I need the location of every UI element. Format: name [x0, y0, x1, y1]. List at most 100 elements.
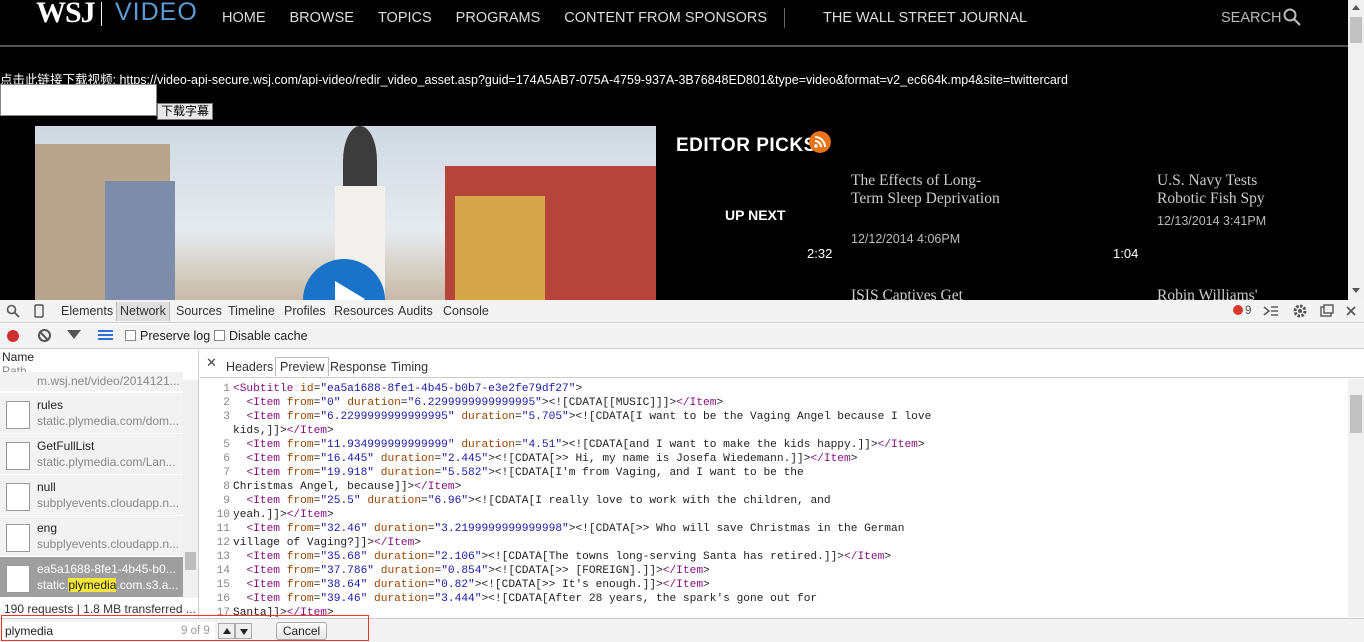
file-icon [6, 524, 30, 552]
preserve-log-label: Preserve log [140, 329, 211, 343]
tab-elements[interactable]: Elements [61, 304, 113, 318]
search-link[interactable]: SEARCH [1221, 10, 1281, 26]
request-name: rules [37, 398, 64, 412]
story-date: 12/13/2014 3:41PM [1157, 214, 1267, 228]
video-duration: 1:04 [1113, 246, 1139, 261]
request-path-part: static. [37, 578, 69, 592]
tab-profiles[interactable]: Profiles [284, 304, 326, 318]
request-row[interactable]: rules static.plymedia.com/dom... [0, 393, 183, 434]
console-drawer-icon[interactable] [1263, 304, 1279, 318]
tab-audits[interactable]: Audits [398, 304, 433, 318]
editor-picks-heading: EDITOR PICKS [676, 135, 817, 156]
story-date: 12/12/2014 4:06PM [851, 232, 961, 246]
scrollbar-thumb[interactable] [1350, 17, 1362, 43]
download-link-text[interactable]: 点击此链接下载视频: https://video-api-secure.wsj.… [0, 69, 1068, 88]
dock-side-icon[interactable] [1320, 304, 1334, 318]
request-row[interactable]: null subplyevents.cloudapp.n... [0, 475, 183, 516]
wsj-logo[interactable]: WSJ [36, 0, 96, 30]
request-row[interactable]: eng subplyevents.cloudapp.n... [0, 516, 183, 557]
tab-response[interactable]: Response [330, 360, 386, 374]
error-icon [1233, 305, 1243, 315]
nav-divider [784, 8, 785, 28]
tab-timeline[interactable]: Timeline [228, 304, 275, 318]
request-path: subplyevents.cloudapp.n... [37, 537, 180, 551]
preview-code-viewer[interactable]: 1 2 3 5 6 7 8 9 10 11 12 13 14 15 16 17 … [200, 379, 1348, 617]
request-path: m.wsj.net/video/2014121... [37, 374, 180, 388]
request-path: static.plymedia.com/dom... [37, 414, 180, 428]
request-row[interactable]: GetFullList static.plymedia.com/Lan... [0, 434, 183, 475]
search-icon[interactable] [1283, 8, 1301, 26]
large-rows-icon[interactable] [98, 330, 113, 341]
filter-icon[interactable] [67, 330, 81, 339]
nav-programs[interactable]: PROGRAMS [456, 10, 541, 26]
clear-icon[interactable] [38, 329, 51, 342]
story-title[interactable]: U.S. Navy Tests Robotic Fish Spy [1157, 172, 1307, 208]
request-path-part: .com.s3.a... [116, 578, 179, 592]
devtools-panel: Elements Network Sources Timeline Profil… [0, 300, 1364, 642]
close-detail-icon[interactable]: ✕ [206, 355, 217, 371]
nav-home[interactable]: HOME [222, 10, 266, 26]
scroll-down-icon[interactable] [1352, 288, 1360, 293]
tab-network[interactable]: Network [116, 302, 170, 321]
video-frame-building [455, 196, 545, 300]
tab-preview[interactable]: Preview [275, 357, 330, 376]
tab-console[interactable]: Console [443, 304, 489, 318]
page-scrollbar[interactable] [1348, 0, 1364, 300]
tab-resources[interactable]: Resources [334, 304, 394, 318]
disable-cache-label: Disable cache [229, 329, 308, 343]
tab-timing[interactable]: Timing [391, 360, 428, 374]
file-icon [6, 483, 30, 511]
tab-sources[interactable]: Sources [176, 304, 222, 318]
up-next-label: UP NEXT [725, 207, 786, 223]
network-toolbar: Preserve log Disable cache [0, 324, 1364, 349]
story-title[interactable]: The Effects of Long-Term Sleep Deprivati… [851, 172, 1001, 208]
rss-icon[interactable] [809, 131, 831, 153]
network-status-summary: 190 requests | 1.8 MB transferred ... [4, 602, 196, 616]
inspect-search-icon[interactable] [6, 304, 20, 318]
request-path: static.plymedia.com/Lan... [37, 455, 176, 469]
preserve-log-checkbox[interactable] [125, 330, 136, 341]
line-number-gutter: 1 2 3 5 6 7 8 9 10 11 12 13 14 15 16 17 [216, 383, 230, 617]
file-icon [6, 401, 30, 429]
request-list-scrollbar[interactable] [183, 380, 198, 598]
request-list: Name Path m.wsj.net/video/2014121... rul… [0, 350, 199, 618]
story-title[interactable]: Robin Williams' [1157, 287, 1258, 300]
request-row[interactable]: m.wsj.net/video/2014121... [0, 372, 183, 392]
divider [200, 377, 1364, 378]
nav-browse[interactable]: BROWSE [290, 10, 354, 26]
device-mode-icon[interactable] [32, 304, 46, 318]
error-count: 9 [1245, 305, 1252, 317]
tab-headers[interactable]: Headers [226, 360, 273, 374]
scroll-up-icon[interactable] [1352, 5, 1360, 10]
main-nav: HOME BROWSE TOPICS PROGRAMS CONTENT FROM… [222, 10, 791, 26]
scrollbar-thumb[interactable] [1350, 395, 1362, 433]
download-subtitle-button[interactable]: 下载字幕 [157, 103, 213, 120]
request-name: eng [37, 521, 58, 535]
video-frame-building [105, 181, 175, 300]
video-section-logo[interactable]: VIDEO [115, 0, 198, 27]
request-name: null [37, 480, 56, 494]
request-row-selected[interactable]: ea5a1688-8fe1-4b45-b0... static.plymedia… [0, 557, 183, 598]
video-player[interactable] [35, 126, 656, 300]
code-scrollbar[interactable] [1348, 379, 1364, 617]
file-icon [6, 442, 30, 470]
request-name: GetFullList [37, 439, 95, 453]
scrollbar-thumb[interactable] [185, 552, 196, 570]
request-name: ea5a1688-8fe1-4b45-b0... [37, 562, 176, 576]
wsj-home-link[interactable]: THE WALL STREET JOURNAL [823, 10, 1027, 26]
logo-divider [101, 2, 102, 26]
close-icon[interactable] [1345, 304, 1357, 318]
column-name-label: Name [2, 350, 35, 364]
story-title[interactable]: ISIS Captives Get [851, 287, 963, 300]
nav-sponsors[interactable]: CONTENT FROM SPONSORS [564, 10, 767, 26]
disable-cache-checkbox[interactable] [214, 330, 225, 341]
error-count-badge[interactable]: 9 [1233, 305, 1251, 317]
nav-topics[interactable]: TOPICS [378, 10, 432, 26]
subtitle-textarea[interactable] [0, 84, 157, 116]
record-button[interactable] [7, 330, 19, 342]
gear-icon[interactable] [1292, 303, 1308, 319]
site-header: WSJ VIDEO HOME BROWSE TOPICS PROGRAMS CO… [0, 0, 1348, 47]
play-icon[interactable] [335, 281, 365, 300]
file-icon [6, 565, 30, 593]
xml-source: <Subtitle id="ea5a1688-8fe1-4b45-b0b7-e3… [233, 383, 932, 617]
